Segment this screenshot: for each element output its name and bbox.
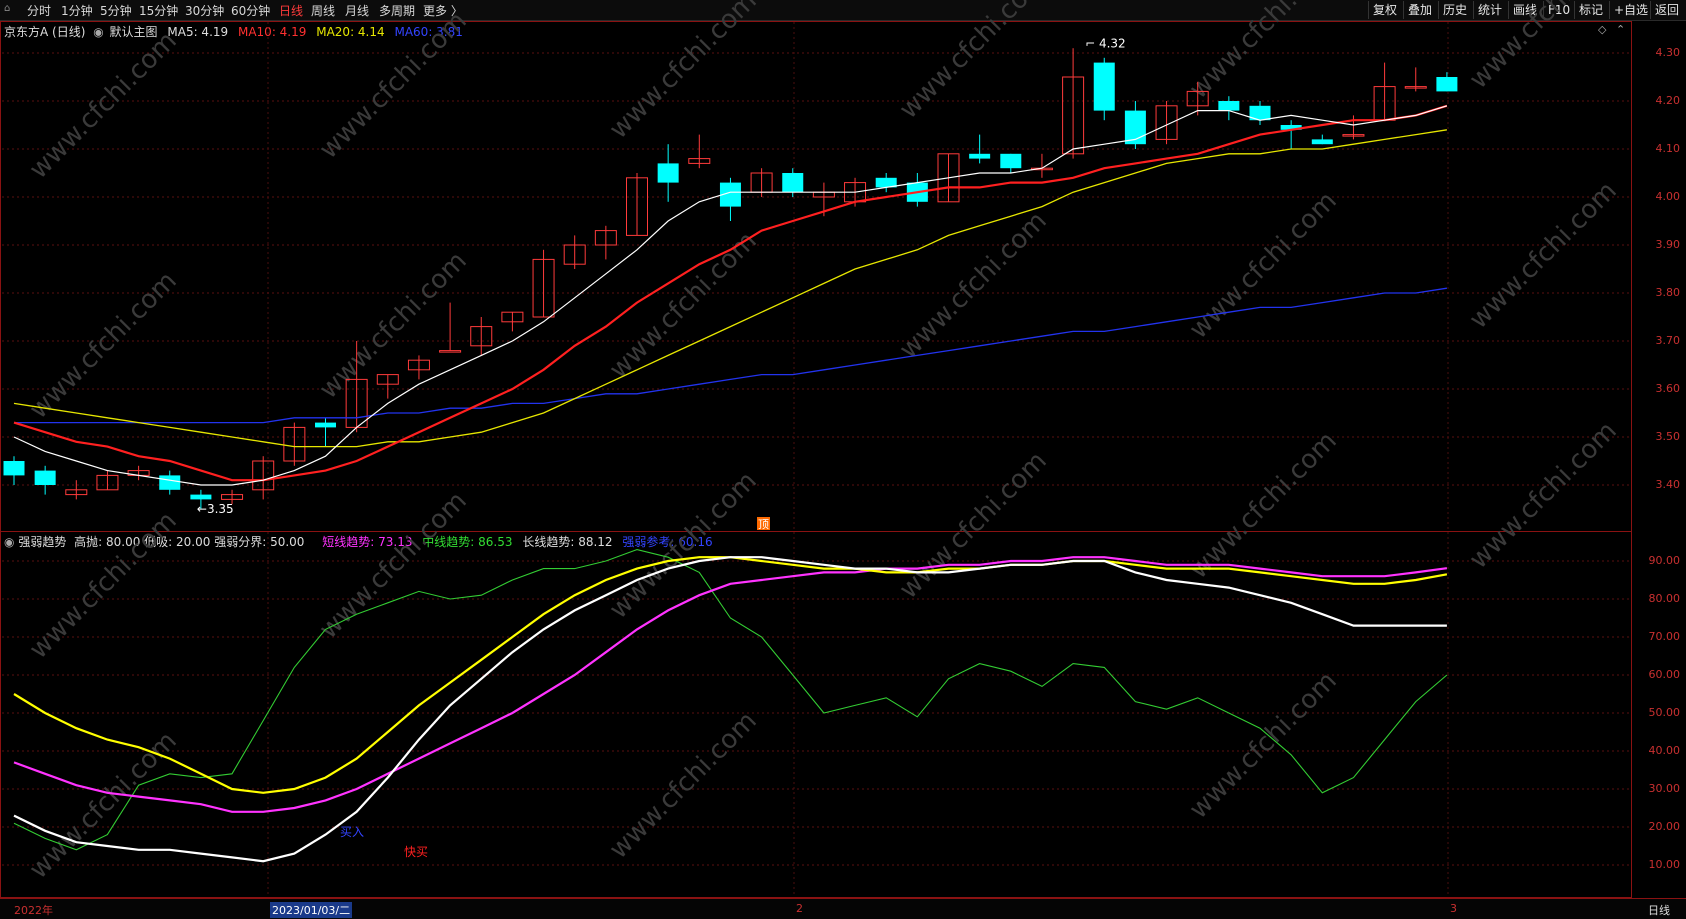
indicator-chart-panel[interactable] (0, 531, 1632, 898)
indicator-tick: 80.00 (1648, 592, 1681, 605)
window-menu-icon[interactable]: ⌂ (4, 3, 10, 14)
period-tab-60min[interactable]: 60分钟 (231, 2, 270, 19)
history-button[interactable]: 历史 (1438, 1, 1471, 19)
time-label-m2: 2 (796, 902, 803, 915)
price-tick: 3.70 (1655, 334, 1681, 347)
period-tab-1min[interactable]: 1分钟 (61, 2, 93, 19)
f10-button[interactable]: F10 (1543, 1, 1574, 19)
period-toolbar: ⌂ 分时 1分钟 5分钟 15分钟 30分钟 60分钟 日线 周线 月线 多周期… (0, 0, 1686, 21)
period-tab-multi[interactable]: 多周期 (379, 2, 415, 19)
period-tab-fenshi[interactable]: 分时 (27, 2, 51, 19)
period-tab-weekly[interactable]: 周线 (311, 2, 335, 19)
indicator-tick: 40.00 (1648, 744, 1681, 757)
indicator-tick: 10.00 (1648, 858, 1681, 871)
indicator-axis: 90.00 80.00 70.00 60.00 50.00 40.00 30.0… (1632, 531, 1686, 898)
time-axis: 2022年 2023/01/03/二 2 3 日线 (0, 898, 1686, 919)
price-tick: 3.90 (1655, 238, 1681, 251)
stats-button[interactable]: 统计 (1473, 1, 1506, 19)
period-tab-daily[interactable]: 日线 (279, 2, 303, 19)
period-tab-monthly[interactable]: 月线 (345, 2, 369, 19)
price-tick: 4.30 (1655, 46, 1681, 59)
period-tab-more[interactable]: 更多 〉 (423, 2, 463, 19)
cursor-date-label: 2023/01/03/二 (270, 902, 353, 918)
mark-button[interactable]: 标记 (1574, 1, 1607, 19)
time-label-start: 2022年 (14, 904, 53, 917)
period-tab-5min[interactable]: 5分钟 (100, 2, 132, 19)
price-tick: 3.80 (1655, 286, 1681, 299)
price-chart-panel[interactable] (0, 21, 1632, 532)
indicator-tick: 20.00 (1648, 820, 1681, 833)
period-tab-30min[interactable]: 30分钟 (185, 2, 224, 19)
overlay-button[interactable]: 叠加 (1403, 1, 1436, 19)
fuquan-button[interactable]: 复权 (1368, 1, 1401, 19)
add-watchlist-button[interactable]: +自选 (1609, 1, 1652, 19)
draw-button[interactable]: 画线 (1508, 1, 1541, 19)
price-tick: 4.00 (1655, 190, 1681, 203)
price-tick: 3.60 (1655, 382, 1681, 395)
back-button[interactable]: 返回 (1650, 1, 1683, 19)
indicator-tick: 60.00 (1648, 668, 1681, 681)
indicator-tick: 50.00 (1648, 706, 1681, 719)
price-tick: 3.50 (1655, 430, 1681, 443)
price-axis: 4.30 4.20 4.10 4.00 3.90 3.80 3.70 3.60 … (1632, 21, 1686, 532)
price-tick: 4.10 (1655, 142, 1681, 155)
indicator-tick: 30.00 (1648, 782, 1681, 795)
period-indicator[interactable]: 日线 (1648, 902, 1670, 918)
time-label-m3: 3 (1450, 902, 1457, 915)
period-tab-15min[interactable]: 15分钟 (139, 2, 178, 19)
price-tick: 3.40 (1655, 478, 1681, 491)
indicator-tick: 70.00 (1648, 630, 1681, 643)
price-tick: 4.20 (1655, 94, 1681, 107)
indicator-tick: 90.00 (1648, 554, 1681, 567)
